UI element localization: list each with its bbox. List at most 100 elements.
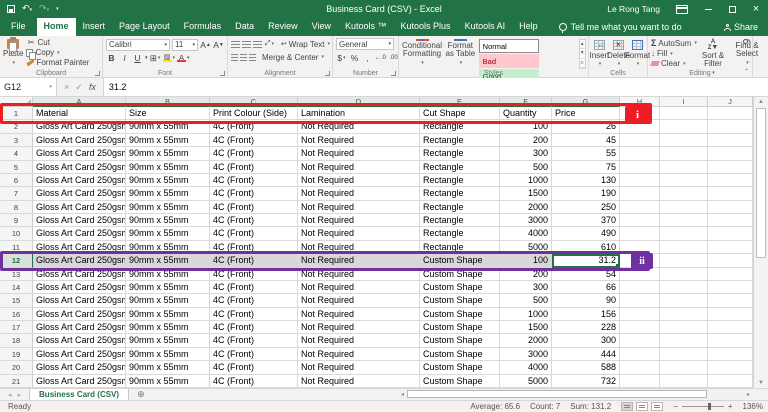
cell[interactable] [660,161,708,174]
cell[interactable]: Gloss Art Card 250gsm [33,134,126,147]
column-header-B[interactable]: B [126,97,210,107]
sheet-tab-business-card[interactable]: Business Card (CSV) [29,389,129,400]
cell[interactable]: 1500 [500,187,552,200]
confirm-entry-icon[interactable]: ✓ [75,82,83,93]
cell[interactable]: 90mm x 55mm [126,268,210,281]
zoom-out-icon[interactable]: − [673,402,678,411]
cell[interactable]: 26 [552,120,620,133]
cell[interactable]: 1500 [500,321,552,334]
cell[interactable] [708,348,753,361]
cell[interactable] [660,174,708,187]
cell[interactable]: Rectangle [420,147,500,160]
cell[interactable] [708,321,753,334]
cell[interactable]: Gloss Art Card 250gsm [33,161,126,174]
cell[interactable]: 100 [500,120,552,133]
row-header-18[interactable]: 18 [0,334,33,347]
cell[interactable]: 2000 [500,334,552,347]
shrink-font-icon[interactable]: A▼ [213,39,224,50]
cell[interactable]: Gloss Art Card 250gsm [33,241,126,254]
cell[interactable]: 3000 [500,214,552,227]
cell[interactable] [620,161,660,174]
restore-button[interactable] [720,0,744,18]
align-left-icon[interactable] [231,54,238,61]
cell[interactable] [620,174,660,187]
row-header-8[interactable]: 8 [0,201,33,214]
find-select-button[interactable]: Find & Select [731,38,763,67]
cell[interactable]: Not Required [298,254,420,267]
cell[interactable]: 4C (Front) [210,134,298,147]
cell[interactable]: 4C (Front) [210,375,298,388]
cell[interactable]: Custom Shape [420,321,500,334]
cell[interactable] [708,268,753,281]
column-header-G[interactable]: G [552,97,620,107]
cell[interactable]: 54 [552,268,620,281]
cell[interactable] [620,334,660,347]
cell[interactable]: 228 [552,321,620,334]
tell-me-box[interactable]: Tell me what you want to do [559,18,682,36]
collapse-ribbon-icon[interactable]: ⌃ [744,68,749,75]
cell[interactable]: 588 [552,361,620,374]
undo-icon[interactable]: ↶▾ [22,4,32,15]
cell[interactable]: Gloss Art Card 250gsm [33,147,126,160]
alignment-dialog-launcher-icon[interactable] [325,71,330,76]
font-color-icon[interactable]: A [177,53,190,64]
cell[interactable] [660,214,708,227]
cell[interactable]: Custom Shape [420,375,500,388]
cell[interactable] [708,254,753,267]
cell[interactable]: 90mm x 55mm [126,214,210,227]
cell[interactable] [660,241,708,254]
number-dialog-launcher-icon[interactable] [391,71,396,76]
cell[interactable] [620,348,660,361]
cell[interactable]: Not Required [298,268,420,281]
paste-button[interactable]: Paste [3,38,23,67]
row-header-17[interactable]: 17 [0,321,33,334]
tab-review[interactable]: Review [261,18,305,36]
row-header-1[interactable]: 1 [0,107,33,120]
cell[interactable]: Rectangle [420,174,500,187]
cell[interactable]: Custom Shape [420,281,500,294]
cell[interactable]: 130 [552,174,620,187]
column-header-J[interactable]: J [708,97,753,107]
cell[interactable]: Not Required [298,187,420,200]
cell[interactable]: Not Required [298,361,420,374]
cell[interactable]: 1000 [500,174,552,187]
cell[interactable]: Gloss Art Card 250gsm [33,214,126,227]
cut-button[interactable]: ✂ Cut [26,38,89,47]
cell[interactable]: Not Required [298,227,420,240]
cell[interactable]: Not Required [298,321,420,334]
grow-font-icon[interactable]: A▲ [200,39,211,50]
row-header-6[interactable]: 6 [0,174,33,187]
cell[interactable] [660,187,708,200]
vertical-scrollbar[interactable]: ▲ ▼ [753,97,768,388]
cell[interactable] [620,201,660,214]
gallery-up-icon[interactable]: ▲ [580,40,585,49]
cell[interactable] [660,254,708,267]
row-header-12[interactable]: 12 [0,254,33,267]
close-button[interactable]: × [744,0,768,18]
column-header-H[interactable]: H [620,97,660,107]
align-right-icon[interactable] [249,54,256,61]
cell[interactable]: Custom Shape [420,348,500,361]
cell[interactable] [620,308,660,321]
font-size-select[interactable]: 11▾ [172,39,198,51]
cell[interactable]: 200 [500,268,552,281]
cell[interactable]: 4000 [500,361,552,374]
cell[interactable]: 4C (Front) [210,227,298,240]
comma-style-icon[interactable]: , [362,53,373,64]
cell[interactable]: 300 [552,334,620,347]
cell[interactable] [660,294,708,307]
cell[interactable] [660,107,708,120]
cell[interactable]: Not Required [298,214,420,227]
cell[interactable]: Not Required [298,161,420,174]
cell[interactable] [620,375,660,388]
cell[interactable]: 100 [500,254,552,267]
column-header-F[interactable]: F [500,97,552,107]
cell[interactable] [660,120,708,133]
cell[interactable]: 90mm x 55mm [126,227,210,240]
new-sheet-icon[interactable]: ⊕ [129,389,153,400]
tab-view[interactable]: View [305,18,338,36]
cell[interactable]: 4C (Front) [210,321,298,334]
column-header-A[interactable]: A [33,97,126,107]
cell[interactable]: 4C (Front) [210,334,298,347]
copy-button[interactable]: Copy [26,48,89,57]
